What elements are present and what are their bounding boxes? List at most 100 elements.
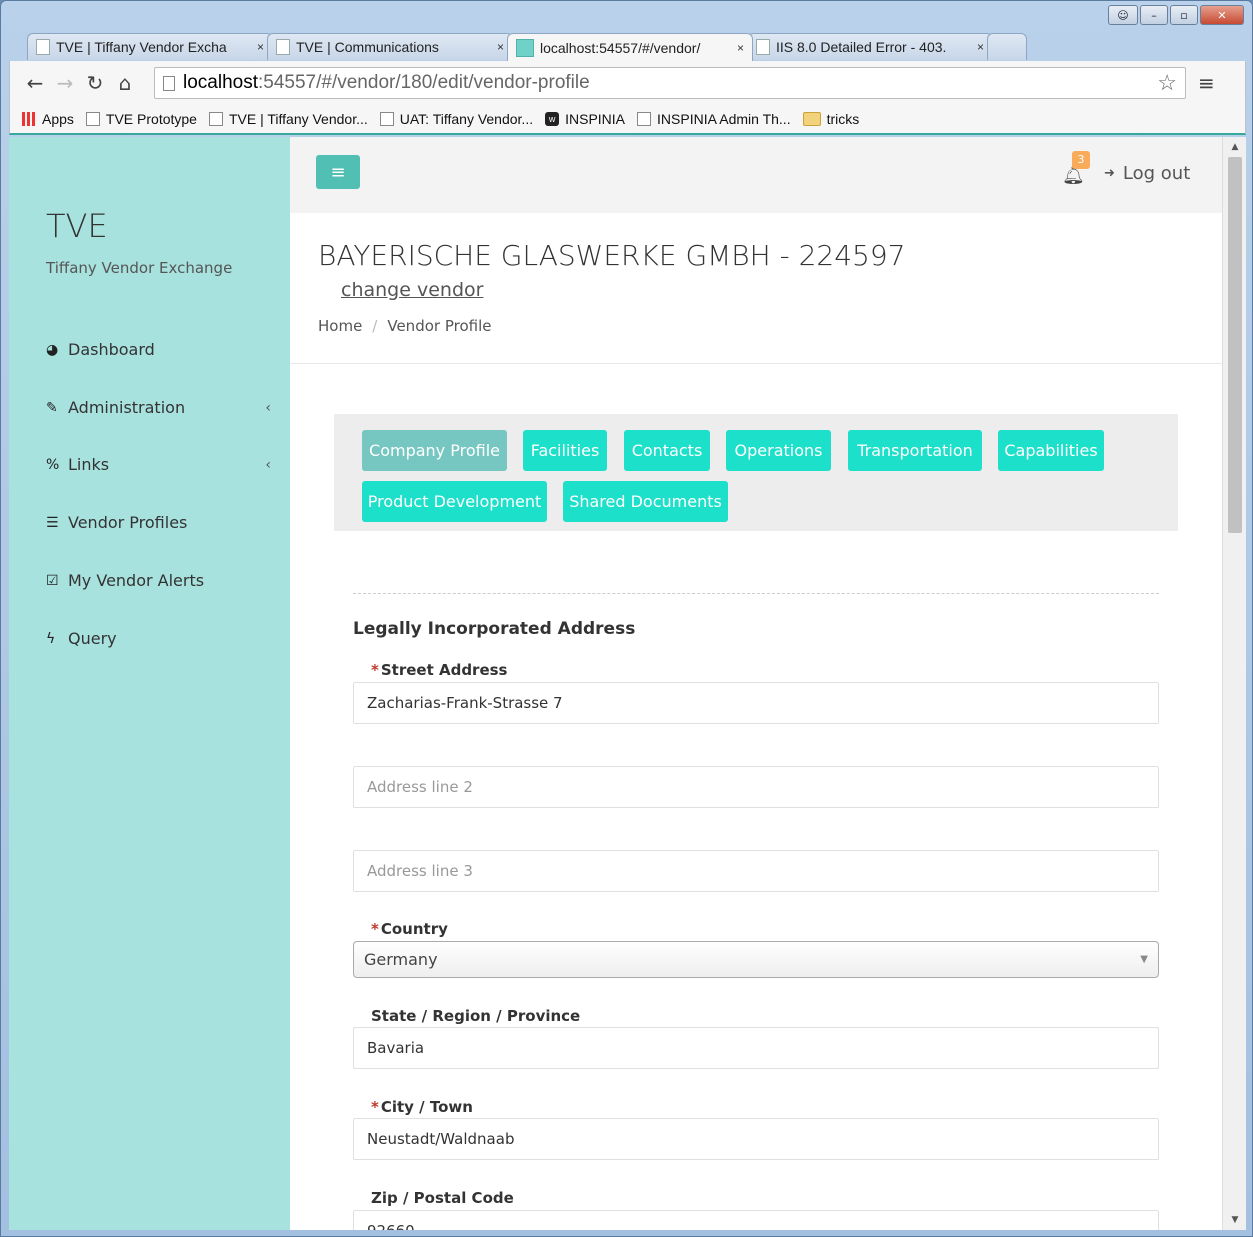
tab-strip: TVE | Tiffany Vendor Excha × TVE | Commu…	[27, 33, 1027, 61]
browser-toolbar: ← → ↻ ⌂ localhost:54557/#/vendor/180/edi…	[9, 61, 1246, 105]
bookmark-tricks[interactable]: tricks	[802, 111, 860, 127]
section-title: Legally Incorporated Address	[353, 619, 636, 639]
sidebar-item-label: My Vendor Alerts	[68, 571, 205, 590]
sidebar-item-query[interactable]: ϟ Query	[46, 629, 271, 648]
home-icon[interactable]: ⌂	[110, 71, 140, 95]
browser-tab[interactable]: IIS 8.0 Detailed Error - 403. ×	[747, 33, 993, 60]
page-heading: BAYERISCHE GLASWERKE GMBH - 224597 chang…	[290, 213, 1222, 364]
page-icon	[637, 112, 652, 126]
page-icon	[163, 75, 175, 91]
apps-grid-icon	[22, 112, 36, 126]
bookmark-label: UAT: Tiffany Vendor...	[399, 111, 534, 127]
close-window-button[interactable]: ✕	[1200, 5, 1244, 25]
sidebar-item-label: Administration	[68, 398, 186, 417]
tab-operations[interactable]: Operations	[726, 430, 831, 471]
sidebar-item-dashboard[interactable]: ◕ Dashboard	[46, 340, 271, 359]
state-input[interactable]: Bavaria	[353, 1027, 1159, 1069]
sidebar-item-label: Dashboard	[68, 340, 155, 359]
city-input[interactable]: Neustadt/Waldnaab	[353, 1118, 1159, 1160]
dropdown-arrow-icon: ▼	[1140, 954, 1148, 965]
page-viewport: TVE Tiffany Vendor Exchange ◕ Dashboard …	[9, 137, 1246, 1230]
tab-facilities[interactable]: Facilities	[523, 430, 607, 471]
scrollbar-thumb[interactable]	[1228, 157, 1242, 533]
tab-close-icon[interactable]: ×	[737, 41, 744, 55]
zip-input[interactable]: 92660	[353, 1210, 1159, 1230]
back-arrow-icon[interactable]: ←	[20, 71, 50, 95]
minimize-button[interactable]: –	[1140, 5, 1168, 25]
bookmark-label: TVE Prototype	[105, 111, 197, 127]
page-scrollbar[interactable]: ▲ ▼	[1222, 137, 1246, 1230]
tab-company-profile[interactable]: Company Profile	[362, 430, 507, 471]
page-icon	[379, 112, 394, 126]
folder-icon	[802, 112, 821, 126]
page-favicon-icon	[276, 39, 290, 55]
inspinia-logo-icon: w	[545, 112, 560, 126]
breadcrumb-home[interactable]: Home	[318, 317, 362, 335]
bookmark-tve[interactable]: TVE | Tiffany Vendor...	[208, 111, 368, 127]
section-divider	[353, 593, 1159, 594]
scroll-up-arrow-icon[interactable]: ▲	[1223, 139, 1246, 155]
tab-contacts[interactable]: Contacts	[624, 430, 710, 471]
address-bar[interactable]: localhost:54557/#/vendor/180/edit/vendor…	[154, 67, 1186, 99]
state-label: State / Region / Province	[371, 1007, 581, 1025]
logout-link[interactable]: ➜ Log out	[1104, 163, 1190, 184]
browser-tab[interactable]: TVE | Tiffany Vendor Excha ×	[27, 33, 273, 60]
reload-icon[interactable]: ↻	[80, 71, 110, 95]
address-line-2-input[interactable]: Address line 2	[353, 766, 1159, 808]
top-navbar: ≡ 🔔︎ 3 ➜ Log out	[290, 137, 1222, 213]
main-content: ≡ 🔔︎ 3 ➜ Log out BAYERISCHE GLASWERKE GM…	[290, 137, 1222, 1230]
tab-product-development[interactable]: Product Development	[362, 481, 547, 522]
breadcrumb-separator: /	[372, 317, 378, 335]
tab-title: TVE | Tiffany Vendor Excha	[56, 39, 227, 55]
page-title: BAYERISCHE GLASWERKE GMBH - 224597	[318, 239, 906, 272]
tab-close-icon[interactable]: ×	[257, 40, 264, 54]
url-host: localhost	[183, 72, 258, 93]
sidebar-item-links[interactable]: % Links ‹	[46, 455, 271, 474]
sidebar-item-vendor-profiles[interactable]: ☰ Vendor Profiles	[46, 513, 271, 532]
browser-tab[interactable]: TVE | Communications ×	[267, 33, 513, 60]
change-vendor-link[interactable]: change vendor	[341, 279, 483, 301]
bookmark-apps[interactable]: Apps	[22, 111, 74, 127]
browser-tab-active[interactable]: localhost:54557/#/vendor/ ×	[507, 33, 753, 61]
street-address-label: * Street Address	[371, 661, 507, 679]
browser-menu-icon[interactable]: ≡	[1198, 71, 1215, 95]
sidebar-item-administration[interactable]: ✎ Administration ‹	[46, 398, 271, 417]
scroll-down-arrow-icon[interactable]: ▼	[1223, 1212, 1246, 1228]
tab-title: localhost:54557/#/vendor/	[540, 39, 701, 56]
city-label: * City / Town	[371, 1098, 473, 1116]
new-tab-button[interactable]	[987, 33, 1027, 60]
checkbox-icon: ☑	[46, 572, 59, 589]
bolt-icon: ϟ	[46, 630, 56, 647]
bookmark-uat[interactable]: UAT: Tiffany Vendor...	[379, 111, 534, 127]
required-mark: *	[371, 661, 379, 679]
label-text: Country	[380, 920, 448, 938]
forward-arrow-icon[interactable]: →	[50, 71, 80, 95]
street-address-input[interactable]: Zacharias-Frank-Strasse 7	[353, 682, 1159, 724]
bookmark-tve-prototype[interactable]: TVE Prototype	[85, 111, 197, 127]
user-icon[interactable]: ☺	[1108, 5, 1138, 25]
address-line-3-input[interactable]: Address line 3	[353, 850, 1159, 892]
menu-toggle-button[interactable]: ≡	[316, 155, 360, 189]
brand-subtitle: Tiffany Vendor Exchange	[46, 259, 233, 277]
window-controls: ☺ – ▫ ✕	[1108, 5, 1244, 25]
tab-capabilities[interactable]: Capabilities	[998, 430, 1104, 471]
page-icon	[208, 112, 223, 126]
chevron-left-icon: ‹	[265, 399, 271, 416]
tab-transportation[interactable]: Transportation	[848, 430, 982, 471]
tab-close-icon[interactable]: ×	[497, 40, 504, 54]
maximize-button[interactable]: ▫	[1170, 5, 1198, 25]
brand-title: TVE	[46, 207, 108, 245]
bookmark-label: INSPINIA	[565, 111, 626, 127]
country-select[interactable]: Germany ▼	[353, 941, 1159, 978]
tab-shared-documents[interactable]: Shared Documents	[563, 481, 728, 522]
bookmark-inspinia-admin[interactable]: INSPINIA Admin Th...	[637, 111, 791, 127]
sidebar-item-my-vendor-alerts[interactable]: ☑ My Vendor Alerts	[46, 571, 271, 590]
bookmark-label: tricks	[826, 111, 860, 127]
teal-favicon-icon	[516, 38, 534, 57]
tab-close-icon[interactable]: ×	[977, 40, 984, 54]
sign-out-icon: ➜	[1104, 166, 1115, 181]
bookmark-star-icon[interactable]: ☆	[1157, 70, 1177, 96]
page-favicon-icon	[36, 39, 50, 55]
country-value: Germany	[364, 950, 438, 969]
bookmark-inspinia[interactable]: w INSPINIA	[545, 111, 625, 127]
